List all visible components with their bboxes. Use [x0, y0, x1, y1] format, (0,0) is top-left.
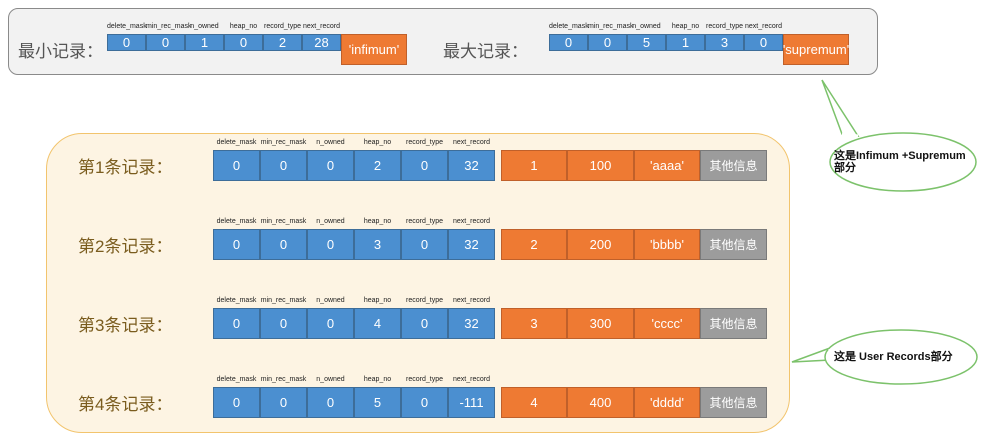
callout-infimum-supremum-text: 这是Infimum +Supremum部分 [834, 150, 966, 174]
callout-pointer-bottom [791, 346, 831, 363]
callout-pointer-top [821, 79, 860, 137]
callout-user-records-text: 这是 User Records部分 [834, 351, 953, 363]
